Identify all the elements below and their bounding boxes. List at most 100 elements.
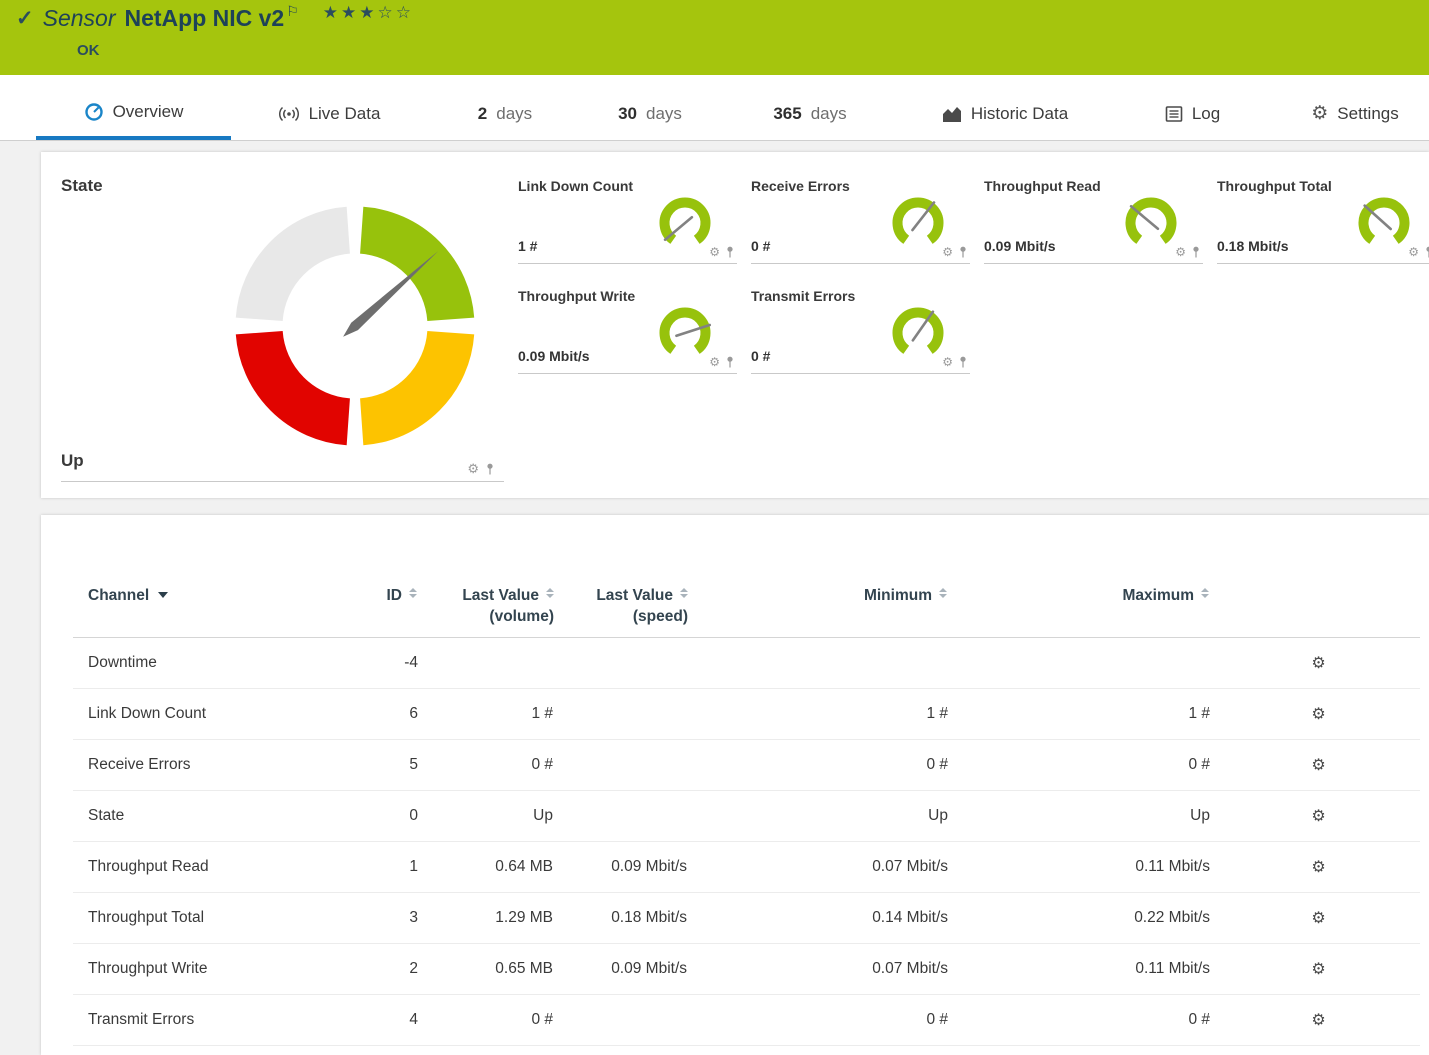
- column-header-last-value-volume[interactable]: Last Value (volume): [423, 515, 558, 638]
- gauge-panel-icons: ⚙: [709, 245, 735, 259]
- channel-settings-gear-icon[interactable]: ⚙: [1311, 655, 1325, 672]
- channel-settings-gear-icon[interactable]: ⚙: [1311, 961, 1325, 978]
- value-cell: 6: [353, 689, 423, 740]
- channel-settings-gear-icon[interactable]: ⚙: [1311, 1012, 1325, 1029]
- panel-pin-icon[interactable]: [958, 246, 968, 259]
- channel-name-cell: State: [73, 791, 353, 842]
- column-header-minimum[interactable]: Minimum: [693, 515, 955, 638]
- gauge-dial: [654, 302, 716, 364]
- channel-settings-gear-icon[interactable]: ⚙: [1311, 859, 1325, 876]
- state-gauge: [230, 201, 480, 451]
- tab-label: days: [496, 104, 532, 124]
- panel-pin-icon[interactable]: [958, 356, 968, 369]
- sort-icon[interactable]: [680, 588, 688, 598]
- gauges-card: State Up ⚙ Link Down Count1 #⚙Receive Er…: [41, 152, 1429, 498]
- column-header-channel[interactable]: Channel: [73, 515, 353, 638]
- gauge-panel: Throughput Write0.09 Mbit/s⚙: [518, 286, 737, 374]
- column-header-last-value-speed[interactable]: Last Value (speed): [558, 515, 693, 638]
- tab-label: days: [646, 104, 682, 124]
- table-row[interactable]: Downtime-4⚙: [73, 638, 1420, 689]
- tab-historic-data[interactable]: Historic Data: [905, 87, 1105, 140]
- sort-icon[interactable]: [1201, 588, 1209, 598]
- column-header-id[interactable]: ID: [353, 515, 423, 638]
- table-row[interactable]: Throughput Read10.64 MB0.09 Mbit/s0.07 M…: [73, 842, 1420, 893]
- content-area: State Up ⚙ Link Down Count1 #⚙Receive Er…: [0, 141, 1429, 1055]
- panel-pin-icon[interactable]: [1191, 246, 1201, 259]
- tab-settings[interactable]: ⚙ Settings: [1285, 87, 1425, 140]
- value-cell: 0 #: [423, 740, 558, 791]
- panel-gear-icon[interactable]: ⚙: [467, 461, 479, 477]
- gauge-dial: [654, 192, 716, 254]
- tab-log[interactable]: Log: [1135, 87, 1250, 140]
- panel-gear-icon[interactable]: ⚙: [709, 245, 720, 259]
- panel-gear-icon[interactable]: ⚙: [709, 355, 720, 369]
- tab-label: Overview: [113, 102, 184, 122]
- live-data-icon: [278, 105, 300, 123]
- state-value: Up: [61, 451, 84, 471]
- panel-gear-icon[interactable]: ⚙: [942, 245, 953, 259]
- column-sublabel: (volume): [423, 606, 554, 627]
- gauge-value: 0.18 Mbit/s: [1217, 238, 1289, 254]
- panel-pin-icon[interactable]: [725, 356, 735, 369]
- sort-icon[interactable]: [409, 588, 417, 598]
- tab-number: 30: [618, 104, 637, 124]
- state-panel-title: State: [61, 176, 504, 196]
- gauge-panel: Transmit Errors0 #⚙: [751, 286, 970, 374]
- column-sublabel: (speed): [558, 606, 688, 627]
- tab-365-days[interactable]: 365 days: [745, 87, 875, 140]
- channel-settings-gear-icon[interactable]: ⚙: [1311, 706, 1325, 723]
- panel-gear-icon[interactable]: ⚙: [1408, 245, 1419, 259]
- sorted-desc-icon: [158, 592, 168, 598]
- column-header-actions: [1217, 515, 1420, 638]
- panel-gear-icon[interactable]: ⚙: [942, 355, 953, 369]
- tab-overview[interactable]: Overview: [36, 87, 231, 140]
- overview-gauge-icon: [84, 102, 104, 122]
- value-cell: 1 #: [423, 689, 558, 740]
- value-cell: 0.09 Mbit/s: [558, 944, 693, 995]
- flag-icon[interactable]: ⚐: [286, 3, 299, 20]
- value-cell: Up: [423, 791, 558, 842]
- channel-actions-cell: ⚙: [1217, 842, 1420, 893]
- tab-label: Log: [1192, 104, 1220, 124]
- channel-name-cell: Transmit Errors: [73, 995, 353, 1046]
- column-header-maximum[interactable]: Maximum: [955, 515, 1217, 638]
- column-label: Maximum: [1123, 587, 1195, 604]
- tab-live-data[interactable]: Live Data: [240, 87, 418, 140]
- channel-settings-gear-icon[interactable]: ⚙: [1311, 808, 1325, 825]
- gauge-panel: Receive Errors0 #⚙: [751, 176, 970, 264]
- table-row[interactable]: Throughput Write20.65 MB0.09 Mbit/s0.07 …: [73, 944, 1420, 995]
- tab-bar: Overview Live Data 2 days 30 days 365 da…: [0, 75, 1429, 141]
- gauge-panel-icons: ⚙: [942, 245, 968, 259]
- gauge-panel: Throughput Total0.18 Mbit/s⚙: [1217, 176, 1429, 264]
- panel-pin-icon[interactable]: [1424, 246, 1429, 259]
- gauge-panel-icons: ⚙: [1175, 245, 1201, 259]
- channel-settings-gear-icon[interactable]: ⚙: [1311, 757, 1325, 774]
- table-row[interactable]: Transmit Errors40 #0 #0 #⚙: [73, 995, 1420, 1046]
- panel-pin-icon[interactable]: [485, 463, 495, 476]
- tab-2-days[interactable]: 2 days: [440, 87, 570, 140]
- gauge-dial: [1353, 192, 1415, 254]
- table-row[interactable]: State0UpUpUp⚙: [73, 791, 1420, 842]
- table-row[interactable]: Receive Errors50 #0 #0 #⚙: [73, 740, 1420, 791]
- panel-gear-icon[interactable]: ⚙: [1175, 245, 1186, 259]
- channel-settings-gear-icon[interactable]: ⚙: [1311, 910, 1325, 927]
- value-cell: 1.29 MB: [423, 893, 558, 944]
- sort-icon[interactable]: [939, 588, 947, 598]
- panel-pin-icon[interactable]: [725, 246, 735, 259]
- table-row[interactable]: Link Down Count61 #1 #1 #⚙: [73, 689, 1420, 740]
- value-cell: 0.14 Mbit/s: [693, 893, 955, 944]
- tab-30-days[interactable]: 30 days: [585, 87, 715, 140]
- value-cell: 1 #: [955, 689, 1217, 740]
- value-cell: 0 #: [693, 995, 955, 1046]
- value-cell: [955, 638, 1217, 689]
- tab-number: 2: [478, 104, 487, 124]
- settings-gear-icon: ⚙: [1311, 104, 1328, 123]
- channel-name-cell: Receive Errors: [73, 740, 353, 791]
- priority-stars[interactable]: ★★★☆☆: [323, 3, 414, 23]
- table-header-row: Channel ID Last Value (volume) Last Valu…: [73, 515, 1420, 638]
- table-row[interactable]: Throughput Total31.29 MB0.18 Mbit/s0.14 …: [73, 893, 1420, 944]
- sort-icon[interactable]: [546, 588, 554, 598]
- value-cell: [558, 740, 693, 791]
- column-label: Last Value: [596, 587, 673, 604]
- tab-label: Settings: [1337, 104, 1398, 124]
